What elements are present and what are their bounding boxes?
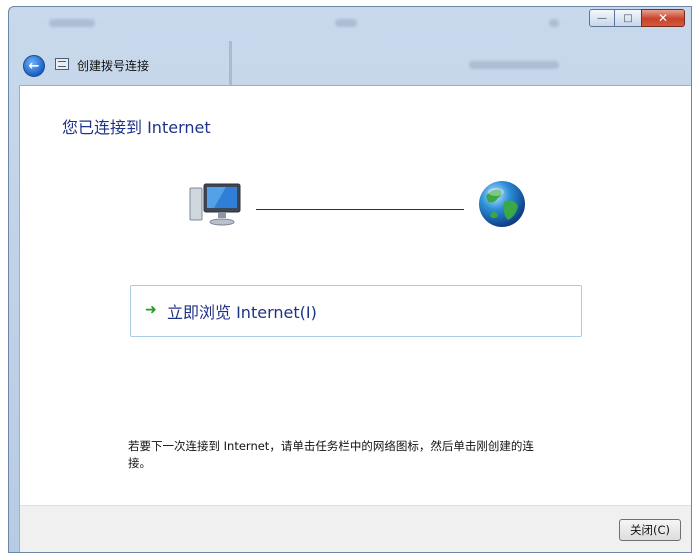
blurred-title-text (335, 19, 357, 27)
title-bar[interactable]: — □ ✕ (9, 7, 691, 41)
blurred-title-text (549, 19, 559, 27)
dialog-footer: 关闭(C) (20, 505, 691, 552)
minimize-button[interactable]: — (589, 9, 615, 27)
background-margin (0, 0, 8, 553)
navigation-bar: ← 创建拨号连接 (9, 41, 691, 91)
wizard-window: — □ ✕ ← 创建拨号连接 您已连接到 Internet ➜ 立即浏览 Int… (8, 6, 692, 553)
nav-divider (229, 41, 232, 91)
computer-icon (188, 182, 244, 236)
dialup-connection-icon (55, 58, 69, 70)
blurred-nav-text (469, 61, 559, 69)
content-panel: 您已连接到 Internet ➜ 立即浏览 Internet(I) 若要下一次连… (19, 85, 691, 552)
globe-icon (476, 178, 528, 234)
window-controls: — □ ✕ (589, 9, 685, 27)
browse-internet-link[interactable]: ➜ 立即浏览 Internet(I) (130, 285, 582, 337)
page-heading: 您已连接到 Internet (62, 118, 211, 137)
close-window-button[interactable]: ✕ (641, 9, 685, 27)
browse-internet-label: 立即浏览 Internet(I) (167, 303, 317, 322)
green-arrow-icon: ➜ (145, 302, 157, 318)
back-arrow-icon[interactable]: ← (23, 55, 45, 77)
connection-hint-text: 若要下一次连接到 Internet，请单击任务栏中的网络图标，然后单击刚创建的连… (128, 439, 534, 470)
blurred-title-text (49, 19, 95, 27)
maximize-button[interactable]: □ (615, 9, 641, 27)
wizard-title: 创建拨号连接 (77, 59, 150, 73)
close-button[interactable]: 关闭(C) (619, 519, 681, 541)
connection-line (256, 209, 464, 210)
